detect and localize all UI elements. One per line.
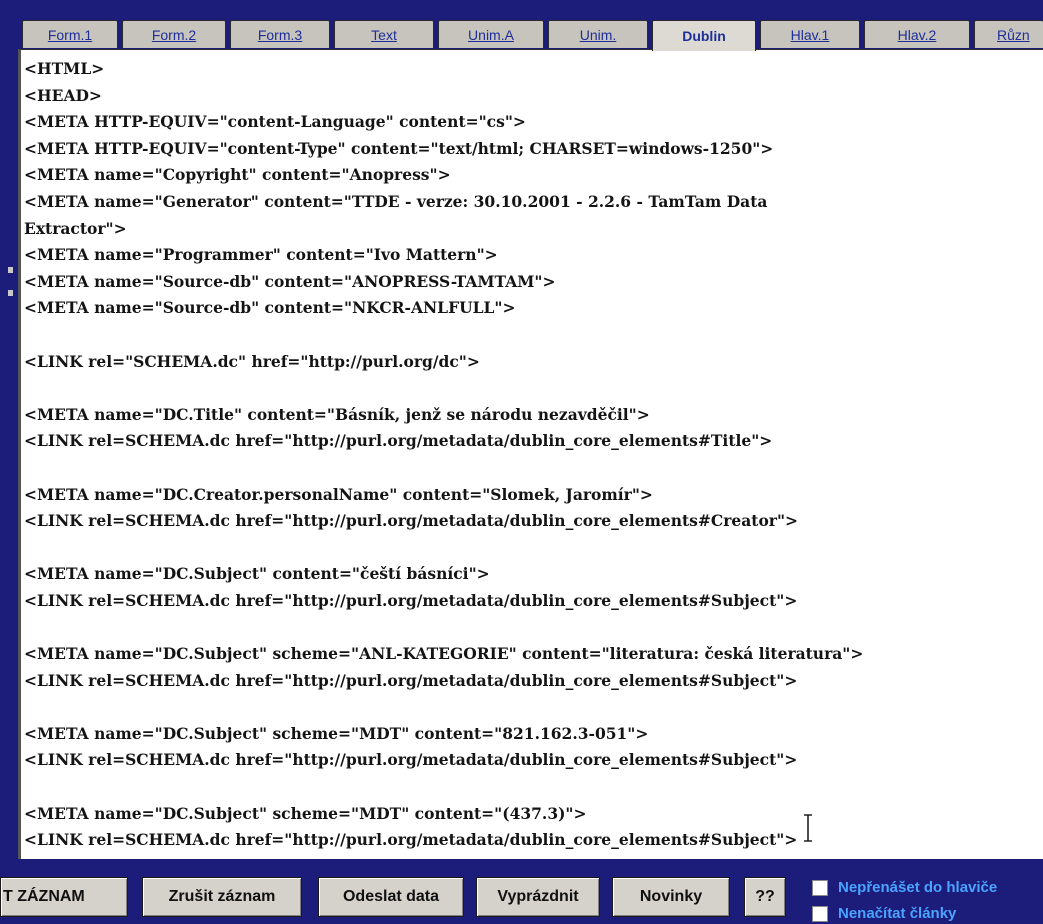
- cancel-record-label: Zrušit záznam: [168, 888, 276, 905]
- tab-strip: Form.1 Form.2 Form.3 Text Unim.A Unim. D…: [0, 0, 1043, 51]
- tab-label: Form.3: [257, 26, 303, 43]
- code-line: <META name="DC.Subject" scheme="MDT" con…: [24, 723, 649, 743]
- code-line: <META name="DC.Subject" content="čeští b…: [24, 564, 490, 584]
- clear-label: Vyprázdnit: [497, 888, 579, 905]
- code-line: <META HTTP-EQUIV="content-Language" cont…: [24, 112, 526, 132]
- checkbox-label: Nepřenášet do hlaviče: [838, 879, 998, 896]
- tab-text[interactable]: Text: [334, 20, 434, 48]
- checkbox-box[interactable]: [812, 905, 828, 922]
- tab-hlav2[interactable]: Hlav.2: [864, 20, 970, 48]
- tab-unim[interactable]: Unim.: [548, 20, 648, 48]
- save-record-label: T ZÁZNAM: [3, 888, 85, 905]
- code-line: <HTML>: [24, 59, 105, 78]
- tab-label: Unim.: [579, 26, 617, 43]
- help-label: ??: [755, 888, 775, 905]
- text-cursor-icon: [804, 814, 812, 842]
- tab-unim-a[interactable]: Unim.A: [438, 20, 544, 48]
- left-gutter: [0, 49, 18, 859]
- send-data-label: Odeslat data: [342, 888, 440, 905]
- code-line: <LINK rel=SCHEMA.dc href="http://purl.or…: [24, 590, 798, 610]
- clear-button[interactable]: Vyprázdnit: [476, 877, 600, 917]
- tab-label: Unim.A: [468, 26, 514, 43]
- tab-label: Text: [371, 26, 397, 43]
- html-editor[interactable]: <HTML> <HEAD> <META HTTP-EQUIV="content-La…: [18, 49, 1043, 859]
- tab-label: Form.2: [151, 26, 197, 43]
- editor-text[interactable]: <HTML> <HEAD> <META HTTP-EQUIV="content-La…: [24, 56, 1043, 854]
- send-data-button[interactable]: Odeslat data: [318, 877, 464, 917]
- tab-dublin[interactable]: Dublin: [652, 20, 756, 51]
- tab-label: Hlav.2: [897, 26, 937, 43]
- code-line: <META HTTP-EQUIV="content-Type" content=…: [24, 138, 774, 158]
- code-line: <LINK rel=SCHEMA.dc href="http://purl.or…: [24, 511, 799, 531]
- tab-label: Hlav.1: [790, 26, 830, 43]
- help-button[interactable]: ??: [744, 877, 786, 917]
- code-line: <META name="Source-db" content="ANOPRESS…: [24, 271, 556, 291]
- tab-form1[interactable]: Form.1: [22, 20, 118, 48]
- code-line: <META name="Copyright" content="Anopress…: [24, 165, 451, 185]
- tab-label: Form.1: [47, 26, 93, 43]
- save-record-button[interactable]: T ZÁZNAM: [0, 877, 128, 917]
- checkbox-label: Nenačítat články: [838, 905, 957, 922]
- gutter-mark: [8, 267, 13, 273]
- tab-form3[interactable]: Form.3: [230, 20, 330, 48]
- code-line: <LINK rel=SCHEMA.dc href="http://purl.or…: [24, 431, 773, 451]
- code-line: <META name="Source-db" content="NKCR-ANL…: [24, 298, 516, 318]
- code-line: <META name="DC.Subject" scheme="ANL-KATE…: [24, 644, 864, 664]
- bottom-toolbar: T ZÁZNAM Zrušit záznam Odeslat data Vypr…: [0, 859, 1043, 924]
- tab-label: Dublin: [682, 28, 726, 44]
- tab-hlav1[interactable]: Hlav.1: [760, 20, 860, 48]
- news-button[interactable]: Novinky: [612, 877, 730, 917]
- gutter-mark: [8, 290, 13, 296]
- checkbox-box[interactable]: [812, 879, 828, 896]
- cancel-record-button[interactable]: Zrušit záznam: [142, 877, 302, 917]
- no-header-transfer-checkbox[interactable]: Nepřenášet do hlaviče: [812, 879, 997, 896]
- tab-label: Různ: [997, 26, 1030, 43]
- code-line: <META name="DC.Subject" scheme="MDT" con…: [24, 803, 587, 823]
- code-line: <META name="Generator" content="TTDE - v…: [24, 191, 768, 211]
- code-line: <META name="Programmer" content="Ivo Mat…: [24, 245, 498, 265]
- code-line: <LINK rel=SCHEMA.dc href="http://purl.or…: [24, 750, 798, 770]
- tab-ruzne[interactable]: Různ: [974, 20, 1043, 48]
- code-line: Extractor">: [24, 218, 127, 238]
- code-line: <META name="DC.Title" content="Básník, j…: [24, 404, 650, 424]
- code-line: <LINK rel="SCHEMA.dc" href="http://purl.…: [24, 351, 480, 371]
- tab-form2[interactable]: Form.2: [122, 20, 226, 48]
- code-line: <LINK rel=SCHEMA.dc href="http://purl.or…: [24, 830, 798, 850]
- news-label: Novinky: [639, 888, 703, 905]
- code-line: <META name="DC.Creator.personalName" con…: [24, 484, 653, 504]
- no-articles-load-checkbox[interactable]: Nenačítat články: [812, 905, 956, 922]
- code-line: <HEAD>: [24, 85, 102, 105]
- code-line: <LINK rel=SCHEMA.dc href="http://purl.or…: [24, 670, 798, 690]
